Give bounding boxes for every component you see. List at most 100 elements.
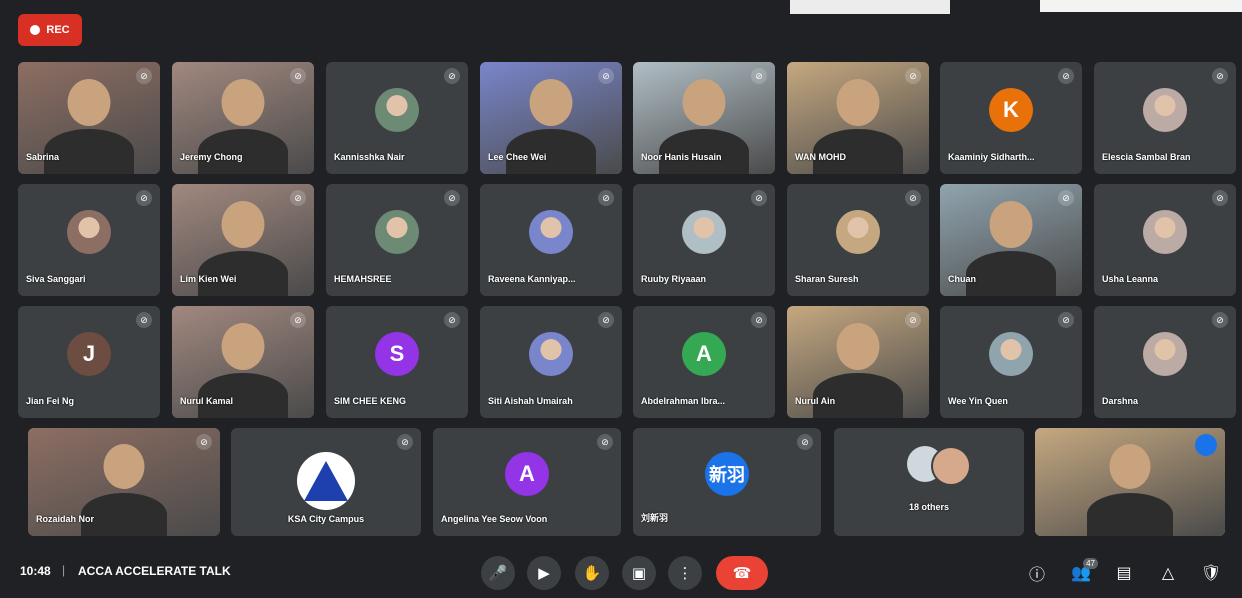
participant-tile[interactable]: ⊘ Kannisshka Nair: [326, 62, 468, 174]
present-screen-icon: ▣: [631, 565, 647, 582]
avatar-photo: [529, 332, 573, 376]
participant-tile[interactable]: ⊘ Chuan: [940, 184, 1082, 296]
participant-tile[interactable]: ⊘ Lee Chee Wei: [480, 62, 622, 174]
mic-off-icon: ⊘: [905, 312, 921, 328]
participant-tile[interactable]: ⊘ Wee Yin Quen: [940, 306, 1082, 418]
mic-off-icon: ⊘: [1212, 68, 1228, 84]
others-avatars: [889, 446, 971, 486]
chat-button[interactable]: ▤: [1111, 560, 1137, 586]
participant-tile[interactable]: ⊘ Jeremy Chong: [172, 62, 314, 174]
participant-tile[interactable]: S ⊘ SIM CHEE KENG: [326, 306, 468, 418]
avatar-initial: S: [375, 332, 419, 376]
mic-off-icon: ⊘: [1212, 312, 1228, 328]
mic-off-icon: ⊘: [751, 312, 767, 328]
avatar-photo: [682, 210, 726, 254]
participant-tile[interactable]: K ⊘ Kaaminiy Sidharth...: [940, 62, 1082, 174]
participant-name: WAN MOHD: [795, 152, 846, 162]
mic-off-icon: ⊘: [136, 312, 152, 328]
recording-indicator: REC: [18, 14, 82, 46]
participant-name: Abdelrahman Ibra...: [641, 396, 726, 406]
participant-tile[interactable]: ⊘ Rozaidah Nor: [28, 428, 220, 536]
participant-name: Nurul Ain: [795, 396, 836, 406]
participant-name: Chuan: [948, 274, 976, 284]
participant-name: Sharan Suresh: [795, 274, 859, 284]
participant-name: SIM CHEE KENG: [334, 396, 407, 406]
mic-off-icon: ⊘: [597, 434, 613, 450]
mic-off-icon: ⊘: [397, 434, 413, 450]
host-controls-button[interactable]: 🛡: [1198, 560, 1224, 586]
participant-tile[interactable]: ⊘ Darshna: [1094, 306, 1236, 418]
corner-decoration-right: [1040, 0, 1242, 12]
more-options-icon: ⋮: [677, 565, 693, 582]
meeting-info-button[interactable]: ⓘ: [1024, 560, 1050, 586]
people-count-badge: 47: [1083, 558, 1098, 569]
participant-tile[interactable]: ⊘ Usha Leanna: [1094, 184, 1236, 296]
avatar-photo: [1143, 332, 1187, 376]
avatar-photo: [529, 210, 573, 254]
mic-off-icon: ⊘: [1058, 190, 1074, 206]
participant-tile[interactable]: ⊘ Sabrina: [18, 62, 160, 174]
avatar-photo: [836, 210, 880, 254]
avatar-photo: [375, 88, 419, 132]
avatar-photo: [67, 210, 111, 254]
participant-tile[interactable]: J ⊘ Jian Fei Ng: [18, 306, 160, 418]
participant-name: Jian Fei Ng: [26, 396, 75, 406]
participant-name: Elescia Sambal Bran: [1102, 152, 1191, 162]
mic-off-icon: ⊘: [1058, 312, 1074, 328]
participant-tile[interactable]: ⊘ Sharan Suresh: [787, 184, 929, 296]
participant-tile[interactable]: ⊘ Raveena Kanniyap...: [480, 184, 622, 296]
participant-name: Siva Sanggari: [26, 274, 86, 284]
participant-tile[interactable]: ⊘ Noor Hanis Husain: [633, 62, 775, 174]
participant-name: Raveena Kanniyap...: [488, 274, 576, 284]
avatar-initial: 新羽: [705, 452, 749, 496]
mic-off-icon: ⊘: [196, 434, 212, 450]
participant-name: Usha Leanna: [1102, 274, 1159, 284]
camera-button[interactable]: ▶: [527, 556, 561, 590]
participant-tile[interactable]: ⊘ Siva Sanggari: [18, 184, 160, 296]
avatar-initial: K: [989, 88, 1033, 132]
present-button[interactable]: ▣: [622, 556, 656, 590]
participant-tile[interactable]: A ⊘ Angelina Yee Seow Voon: [433, 428, 621, 536]
participant-tile[interactable]: ⊘ Nurul Kamal: [172, 306, 314, 418]
participant-name: Nurul Kamal: [180, 396, 234, 406]
mic-off-icon: ⊘: [444, 190, 460, 206]
activities-button[interactable]: △: [1155, 560, 1181, 586]
info-icon: ⓘ: [1028, 567, 1045, 584]
participant-tile[interactable]: A ⊘ Abdelrahman Ibra...: [633, 306, 775, 418]
more-options-button[interactable]: ⋮: [668, 556, 702, 590]
participant-name: Angelina Yee Seow Voon: [441, 514, 548, 524]
microphone-button[interactable]: 🎤: [481, 556, 515, 590]
participant-tile[interactable]: 新羽 ⊘ 刘新羽: [633, 428, 821, 536]
participant-tile[interactable]: 18 others: [834, 428, 1024, 536]
mic-off-icon: ⊘: [797, 434, 813, 450]
participant-tile[interactable]: ⊘ Ruuby Riyaaan: [633, 184, 775, 296]
people-button[interactable]: 👥 47: [1068, 558, 1098, 586]
participant-name: Darshna: [1102, 396, 1139, 406]
participant-name: Jeremy Chong: [180, 152, 243, 162]
participant-name: Lim Kien Wei: [180, 274, 237, 284]
participant-name: Sabrina: [26, 152, 60, 162]
campus-logo-icon: [297, 452, 355, 510]
participant-tile[interactable]: [1035, 428, 1225, 536]
recording-label: REC: [46, 24, 70, 36]
participant-tile[interactable]: ⊘ Lim Kien Wei: [172, 184, 314, 296]
participant-tile[interactable]: ⊘ HEMAHSREE: [326, 184, 468, 296]
corner-decoration: [790, 0, 950, 14]
participant-tile[interactable]: ⊘ Siti Aishah Umairah: [480, 306, 622, 418]
participant-tile[interactable]: ⊘ Elescia Sambal Bran: [1094, 62, 1236, 174]
participant-tile[interactable]: ⊘ WAN MOHD: [787, 62, 929, 174]
mic-off-icon: ⊘: [598, 312, 614, 328]
participant-tile[interactable]: ⊘ KSA City Campus: [231, 428, 421, 536]
participant-name: Noor Hanis Husain: [641, 152, 722, 162]
participant-name: Siti Aishah Umairah: [488, 396, 573, 406]
mic-off-icon: ⊘: [751, 190, 767, 206]
avatar-photo: [989, 332, 1033, 376]
bottom-toolbar: 10:48 ACCA ACCELERATE TALK | 🎤 ▶ ✋ ▣ ⋮ ☎…: [0, 548, 1242, 598]
participant-name: Kaaminiy Sidharth...: [948, 152, 1035, 162]
raise-hand-icon: ✋: [582, 565, 602, 582]
participant-tile[interactable]: ⊘ Nurul Ain: [787, 306, 929, 418]
raise-hand-button[interactable]: ✋: [575, 556, 609, 590]
camera-icon: ▶: [538, 565, 550, 582]
meeting-title[interactable]: ACCA ACCELERATE TALK: [78, 564, 231, 578]
end-call-button[interactable]: ☎: [716, 556, 768, 590]
